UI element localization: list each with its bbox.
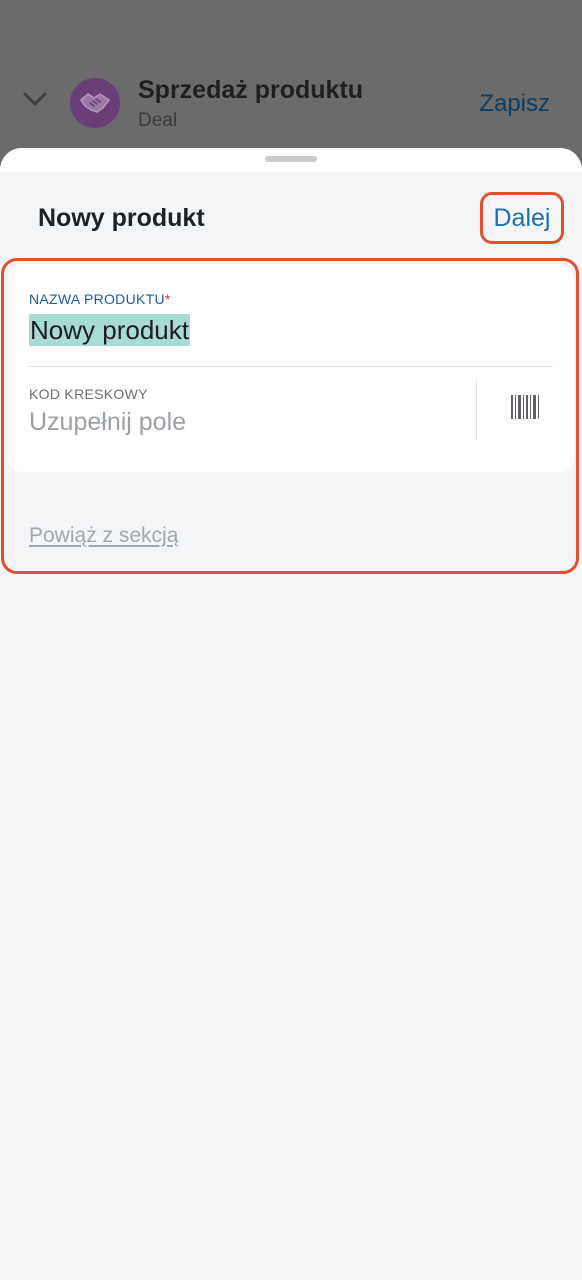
product-name-label: NAZWA PRODUKTU* [29,291,171,307]
barcode-input[interactable]: Uzupełnij pole [29,408,186,437]
required-mark: * [164,291,171,307]
chevron-down-icon[interactable] [22,90,48,108]
deal-title: Sprzedaż produktu [138,76,364,104]
next-button[interactable]: Dalej [480,192,564,244]
deal-avatar [70,78,120,128]
barcode-icon[interactable] [510,394,540,420]
product-name-label-text: NAZWA PRODUKTU [29,291,165,307]
sheet-drag-handle[interactable] [265,156,317,162]
barcode-separator [476,380,477,440]
background-header: Sprzedaż produktu Deal Zapisz [0,0,582,148]
product-form-card: NAZWA PRODUKTU* Nowy produkt KOD KRESKOW… [8,264,574,472]
save-button[interactable]: Zapisz [479,90,550,118]
field-divider [29,366,553,367]
barcode-label: KOD KRESKOWY [29,386,148,402]
deal-subtitle: Deal [138,110,178,131]
handshake-icon [80,93,111,113]
next-button-label: Dalej [493,203,551,232]
new-product-sheet: Nowy produkt Dalej NAZWA PRODUKTU* Nowy … [0,148,582,1280]
link-to-section-link[interactable]: Powiąż z sekcją [29,524,178,548]
sheet-title: Nowy produkt [38,204,205,232]
product-name-input[interactable]: Nowy produkt [29,314,190,346]
